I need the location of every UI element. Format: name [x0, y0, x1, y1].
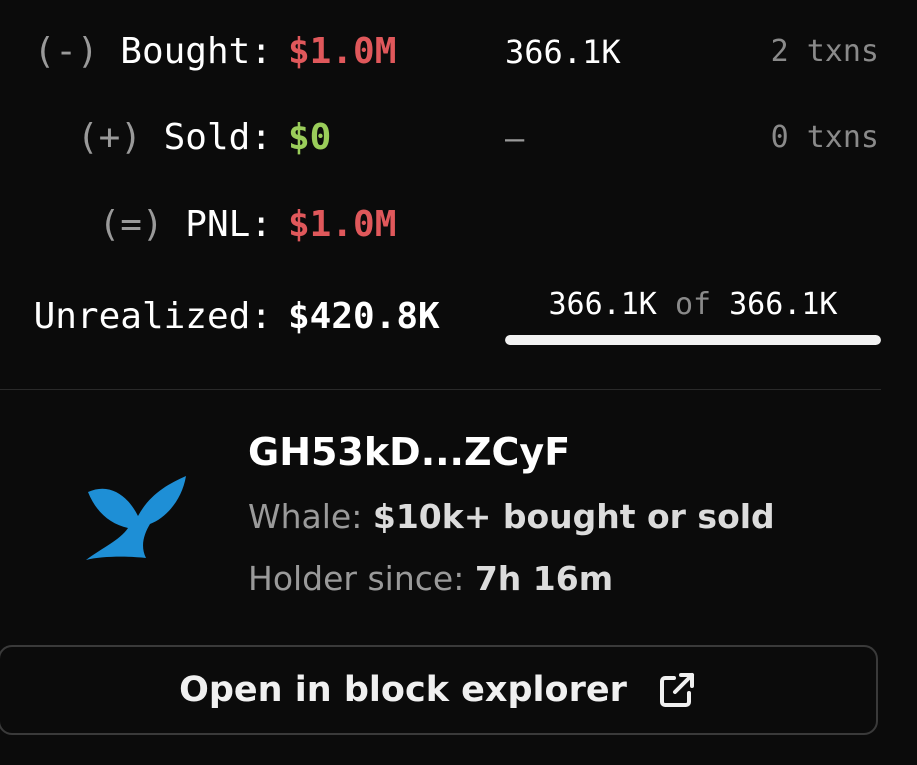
- bought-label: (-) Bought:: [34, 30, 272, 74]
- open-block-explorer-button[interactable]: Open in block explorer: [0, 645, 878, 735]
- divider: [0, 389, 881, 390]
- bought-row: (-) Bought: $1.0M 366.1K 2 txns: [0, 30, 917, 90]
- bought-txns: 2 txns: [770, 34, 879, 69]
- pnl-label: (=) PNL:: [99, 203, 272, 247]
- bought-quantity: 366.1K: [505, 33, 621, 71]
- whale-label: Whale:: [248, 497, 363, 536]
- sold-label-text: Sold:: [163, 117, 272, 158]
- external-link-icon: [657, 670, 697, 710]
- progress-track: [505, 335, 881, 345]
- pnl-amount: $1.0M: [288, 204, 397, 245]
- progress-fill: [505, 335, 881, 345]
- unrealized-label: Unrealized:: [33, 296, 272, 337]
- sold-amount: $0: [288, 117, 332, 158]
- pnl-label-text: PNL:: [185, 204, 272, 245]
- open-block-explorer-label: Open in block explorer: [179, 670, 627, 710]
- bought-amount: $1.0M: [288, 31, 397, 72]
- unrealized-amount: $420.8K: [288, 296, 440, 337]
- holder-since-value: 7h 16m: [474, 559, 614, 598]
- sold-quantity: –: [505, 119, 525, 157]
- sold-row: (+) Sold: $0 – 0 txns: [0, 116, 917, 176]
- whale-info: Whale: $10k+ bought or sold: [248, 495, 775, 539]
- whale-tail-icon: [84, 474, 190, 564]
- total-amount: 366.1K: [729, 287, 838, 322]
- holding-progress-text: 366.1K of 366.1K: [505, 283, 881, 327]
- sold-txns: 0 txns: [770, 120, 879, 155]
- holder-since-info: Holder since: 7h 16m: [248, 557, 613, 601]
- holding-progress: 366.1K of 366.1K: [505, 283, 881, 353]
- sold-prefix: (+): [76, 117, 142, 158]
- whale-value: $10k+ bought or sold: [372, 497, 775, 536]
- bought-label-text: Bought:: [120, 31, 272, 72]
- holder-since-label: Holder since:: [248, 559, 465, 598]
- of-label: of: [674, 287, 712, 322]
- held-amount: 366.1K: [548, 287, 657, 322]
- pnl-prefix: (=): [98, 204, 164, 245]
- pnl-row: (=) PNL: $1.0M: [0, 203, 917, 263]
- bought-prefix: (-): [33, 31, 99, 72]
- sold-label: (+) Sold:: [77, 116, 272, 160]
- holder-address: GH53kD...ZCyF: [248, 430, 571, 474]
